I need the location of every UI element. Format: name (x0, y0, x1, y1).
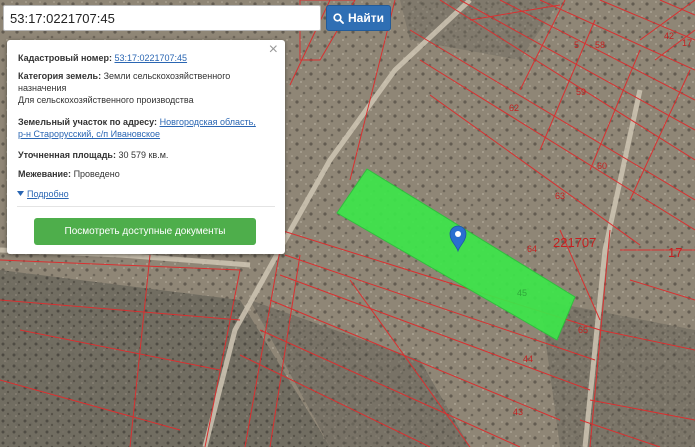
parcel-number-label: 60 (597, 161, 607, 171)
search-box[interactable] (3, 5, 321, 31)
land-category-label: Категория земель: (18, 71, 102, 81)
parcel-number-label: 17 (668, 245, 682, 260)
survey-row: Межевание: Проведено (18, 168, 276, 180)
land-category-row: Категория земель: Земли сельскохозяйстве… (18, 70, 276, 106)
address-link[interactable]: Новгородская область, (160, 117, 256, 127)
parcel-number-label: 65 (578, 325, 588, 335)
address-link[interactable]: р-н Старорусский, с/п Ивановское (18, 129, 160, 139)
survey-label: Межевание: (18, 169, 72, 179)
parcel-number-label: 58 (595, 40, 605, 50)
area-label: Уточненная площадь: (18, 150, 116, 160)
land-category-value: назначения (18, 83, 67, 93)
details-toggle[interactable]: Подробно (17, 189, 69, 199)
parcel-number-label: 63 (555, 191, 565, 201)
area-row: Уточненная площадь: 30 579 кв.м. (18, 149, 276, 161)
parcel-number-label: 43 (513, 407, 523, 417)
survey-value: Проведено (73, 169, 120, 179)
search-button-label: Найти (348, 11, 384, 25)
cadastral-number-row: Кадастровый номер: 53:17:0221707:45 (18, 52, 276, 64)
cadastral-number-link[interactable]: 53:17:0221707:45 (114, 53, 187, 63)
address-label: Земельный участок по адресу: (18, 117, 158, 127)
area-value: 30 579 кв.м. (118, 150, 169, 160)
land-use-value: Для сельскохозяйственного производства (18, 95, 194, 105)
divider (17, 206, 275, 207)
parcel-number-label: 5 (574, 40, 579, 50)
parcel-number-label: 45 (517, 288, 527, 298)
search-button[interactable]: Найти (326, 5, 391, 31)
land-category-value: Земли сельскохозяйственного (103, 71, 231, 81)
parcel-number-label: 17 (682, 38, 692, 48)
parcel-info-panel: × Кадастровый номер: 53:17:0221707:45 Ка… (7, 40, 285, 254)
parcel-number-label: 42 (664, 31, 674, 41)
search-input[interactable] (4, 6, 320, 30)
view-documents-label: Посмотреть доступные документы (64, 226, 226, 237)
address-row: Земельный участок по адресу: Новгородска… (18, 116, 276, 140)
details-link[interactable]: Подробно (27, 189, 69, 199)
parcel-number-label: 44 (523, 354, 533, 364)
parcel-number-label: 221707 (553, 235, 596, 250)
parcel-number-label: 59 (576, 87, 586, 97)
parcel-number-label: 64 (527, 244, 537, 254)
search-icon (333, 12, 344, 24)
cadastral-number-label: Кадастровый номер: (18, 53, 112, 63)
parcel-number-label: 62 (509, 103, 519, 113)
view-documents-button[interactable]: Посмотреть доступные документы (34, 218, 256, 245)
caret-down-icon (17, 191, 24, 196)
